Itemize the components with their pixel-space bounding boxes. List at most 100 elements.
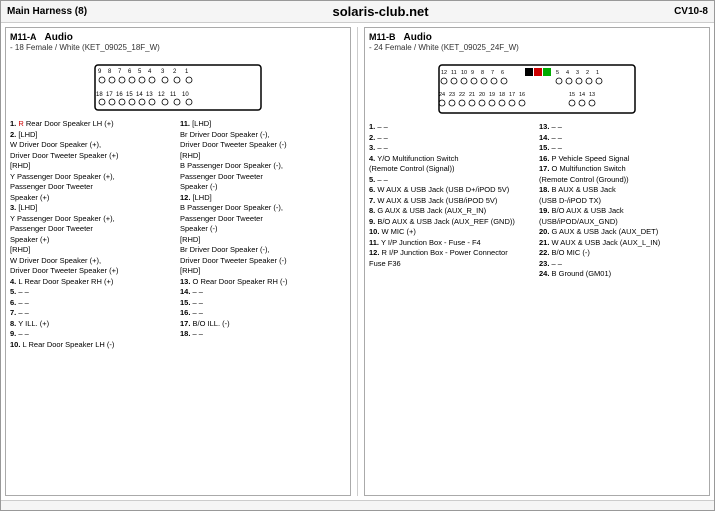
pin-b-11: 11. Y I/P Junction Box - Fuse - F4 (369, 238, 535, 249)
svg-text:18: 18 (96, 92, 103, 98)
svg-text:9: 9 (98, 69, 102, 75)
svg-text:12: 12 (158, 92, 165, 98)
pin-a-rhd2: [RHD] (10, 245, 176, 256)
pin-a-b1: B Passenger Door Speaker (-), (180, 161, 346, 172)
svg-text:24: 24 (439, 92, 445, 98)
svg-text:15: 15 (569, 92, 575, 98)
pin-table-b-right: 13. – – 14. – – 15. – – 16. P Vehicle Sp… (539, 122, 705, 280)
pin-a-br1: Br Driver Door Speaker (-), (180, 130, 346, 141)
svg-text:4: 4 (148, 69, 152, 75)
svg-text:4: 4 (566, 70, 569, 76)
pin-a-9: 9. – – (10, 329, 176, 340)
pin-a-w2: Driver Door Tweeter Speaker (+) (10, 151, 176, 162)
pin-a-3: 3. [LHD] (10, 203, 176, 214)
pin-b-4b: (Remote Control (Signal)) (369, 164, 535, 175)
svg-text:18: 18 (499, 92, 505, 98)
pin-table-b-left: 1. – – 2. – – 3. – – 4. Y/O Multifunctio… (369, 122, 535, 280)
footer (1, 500, 714, 510)
pin-a-y2: Passenger Door Tweeter (10, 182, 176, 193)
pin-a-y6: Speaker (+) (10, 235, 176, 246)
pin-a-y5: Passenger Door Tweeter (10, 224, 176, 235)
panel-a-id: M11-A (10, 32, 37, 42)
header-title: Main Harness (8) (7, 6, 87, 17)
pin-a-y4: Y Passenger Door Speaker (+), (10, 214, 176, 225)
panel-a-header: M11-A Audio - 18 Female / White (KET_090… (10, 32, 346, 52)
pin-a-b6: Speaker (-) (180, 224, 346, 235)
pin-b-1: 1. – – (369, 122, 535, 133)
panel-b-subtitle: - 24 Female / White (KET_09025_24F_W) (369, 43, 705, 52)
svg-text:5: 5 (556, 70, 559, 76)
pin-a-18: 18. – – (180, 329, 346, 340)
pin-b-9: 9. B/O AUX & USB Jack (AUX_REF (GND)) (369, 217, 535, 228)
pin-b-17: 17. O Multifunction Switch (539, 164, 705, 175)
svg-text:11: 11 (451, 70, 457, 76)
pin-a-13: 13. O Rear Door Speaker RH (-) (180, 277, 346, 288)
pin-b-5: 5. – – (369, 175, 535, 186)
svg-text:20: 20 (479, 92, 485, 98)
pin-a-5: 5. – – (10, 287, 176, 298)
pin-b-2: 2. – – (369, 133, 535, 144)
pin-b-10: 10. W MIC (+) (369, 227, 535, 238)
pin-a-b4: B Passenger Door Speaker (-), (180, 203, 346, 214)
pin-b-8: 8. G AUX & USB Jack (AUX_R_IN) (369, 206, 535, 217)
pin-b-12b: Fuse F36 (369, 259, 535, 270)
pin-b-3: 3. – – (369, 143, 535, 154)
svg-text:16: 16 (116, 92, 123, 98)
pin-a-b5: Passenger Door Tweeter (180, 214, 346, 225)
pin-a-w4: Driver Door Tweeter Speaker (+) (10, 266, 176, 277)
svg-text:23: 23 (449, 92, 455, 98)
pin-b-17b: (Remote Control (Ground)) (539, 175, 705, 186)
pin-a-6: 6. – – (10, 298, 176, 309)
svg-text:6: 6 (501, 70, 504, 76)
pin-b-20: 20. G AUX & USB Jack (AUX_DET) (539, 227, 705, 238)
header-code: CV10-8 (674, 6, 708, 17)
pin-a-rhd3: [RHD] (180, 151, 346, 162)
svg-text:14: 14 (579, 92, 585, 98)
svg-text:13: 13 (589, 92, 595, 98)
svg-text:17: 17 (509, 92, 515, 98)
pin-b-16: 16. P Vehicle Speed Signal (539, 154, 705, 165)
connector-b-diagram: 12 11 10 9 8 7 6 5 4 3 2 1 (369, 60, 705, 118)
panel-a: M11-A Audio - 18 Female / White (KET_090… (5, 27, 351, 496)
pin-a-10: 10. L Rear Door Speaker LH (-) (10, 340, 176, 351)
svg-text:14: 14 (136, 92, 143, 98)
svg-text:7: 7 (118, 69, 122, 75)
pin-a-br4: Driver Door Tweeter Speaker (-) (180, 256, 346, 267)
pin-table-a: 1. R Rear Door Speaker LH (+) 2. [LHD] W… (10, 119, 346, 350)
connector-a-diagram: 9 8 7 6 5 4 3 2 1 (10, 60, 346, 115)
svg-text:17: 17 (106, 92, 113, 98)
svg-text:13: 13 (146, 92, 153, 98)
svg-text:2: 2 (173, 69, 177, 75)
pin-a-br2: Driver Door Tweeter Speaker (-) (180, 140, 346, 151)
pin-b-18: 18. B AUX & USB Jack (539, 185, 705, 196)
pin-a-16: 16. – – (180, 308, 346, 319)
svg-text:21: 21 (469, 92, 475, 98)
svg-text:16: 16 (519, 92, 525, 98)
pin-a-11: 11. [LHD] (180, 119, 346, 130)
panel-b-id: M11-B (369, 32, 396, 42)
svg-text:1: 1 (185, 69, 189, 75)
svg-text:5: 5 (138, 69, 142, 75)
header: Main Harness (8) solaris-club.net CV10-8 (1, 1, 714, 23)
svg-text:2: 2 (586, 70, 589, 76)
panel-b-title: Audio (404, 32, 432, 43)
pin-b-14: 14. – – (539, 133, 705, 144)
pin-b-6: 6. W AUX & USB Jack (USB D+/iPOD 5V) (369, 185, 535, 196)
connector-b-svg: 12 11 10 9 8 7 6 5 4 3 2 1 (437, 60, 637, 118)
pin-a-w3: W Driver Door Speaker (+), (10, 256, 176, 267)
header-site: solaris-club.net (333, 4, 429, 19)
pin-b-18b: (USB D-/iPOD TX) (539, 196, 705, 207)
pin-b-21: 21. W AUX & USB Jack (AUX_L_IN) (539, 238, 705, 249)
pin-table-a-left: 1. R Rear Door Speaker LH (+) 2. [LHD] W… (10, 119, 176, 350)
svg-text:19: 19 (489, 92, 495, 98)
svg-text:8: 8 (108, 69, 112, 75)
svg-text:8: 8 (481, 70, 484, 76)
pin-table-b: 1. – – 2. – – 3. – – 4. Y/O Multifunctio… (369, 122, 705, 280)
panel-a-subtitle: - 18 Female / White (KET_09025_18F_W) (10, 43, 346, 52)
pin-b-13: 13. – – (539, 122, 705, 133)
pin-b-15: 15. – – (539, 143, 705, 154)
pin-a-br3: Br Driver Door Speaker (-), (180, 245, 346, 256)
svg-text:10: 10 (461, 70, 467, 76)
pin-table-a-right: 11. [LHD] Br Driver Door Speaker (-), Dr… (180, 119, 346, 350)
pin-a-y1: Y Passenger Door Speaker (+), (10, 172, 176, 183)
